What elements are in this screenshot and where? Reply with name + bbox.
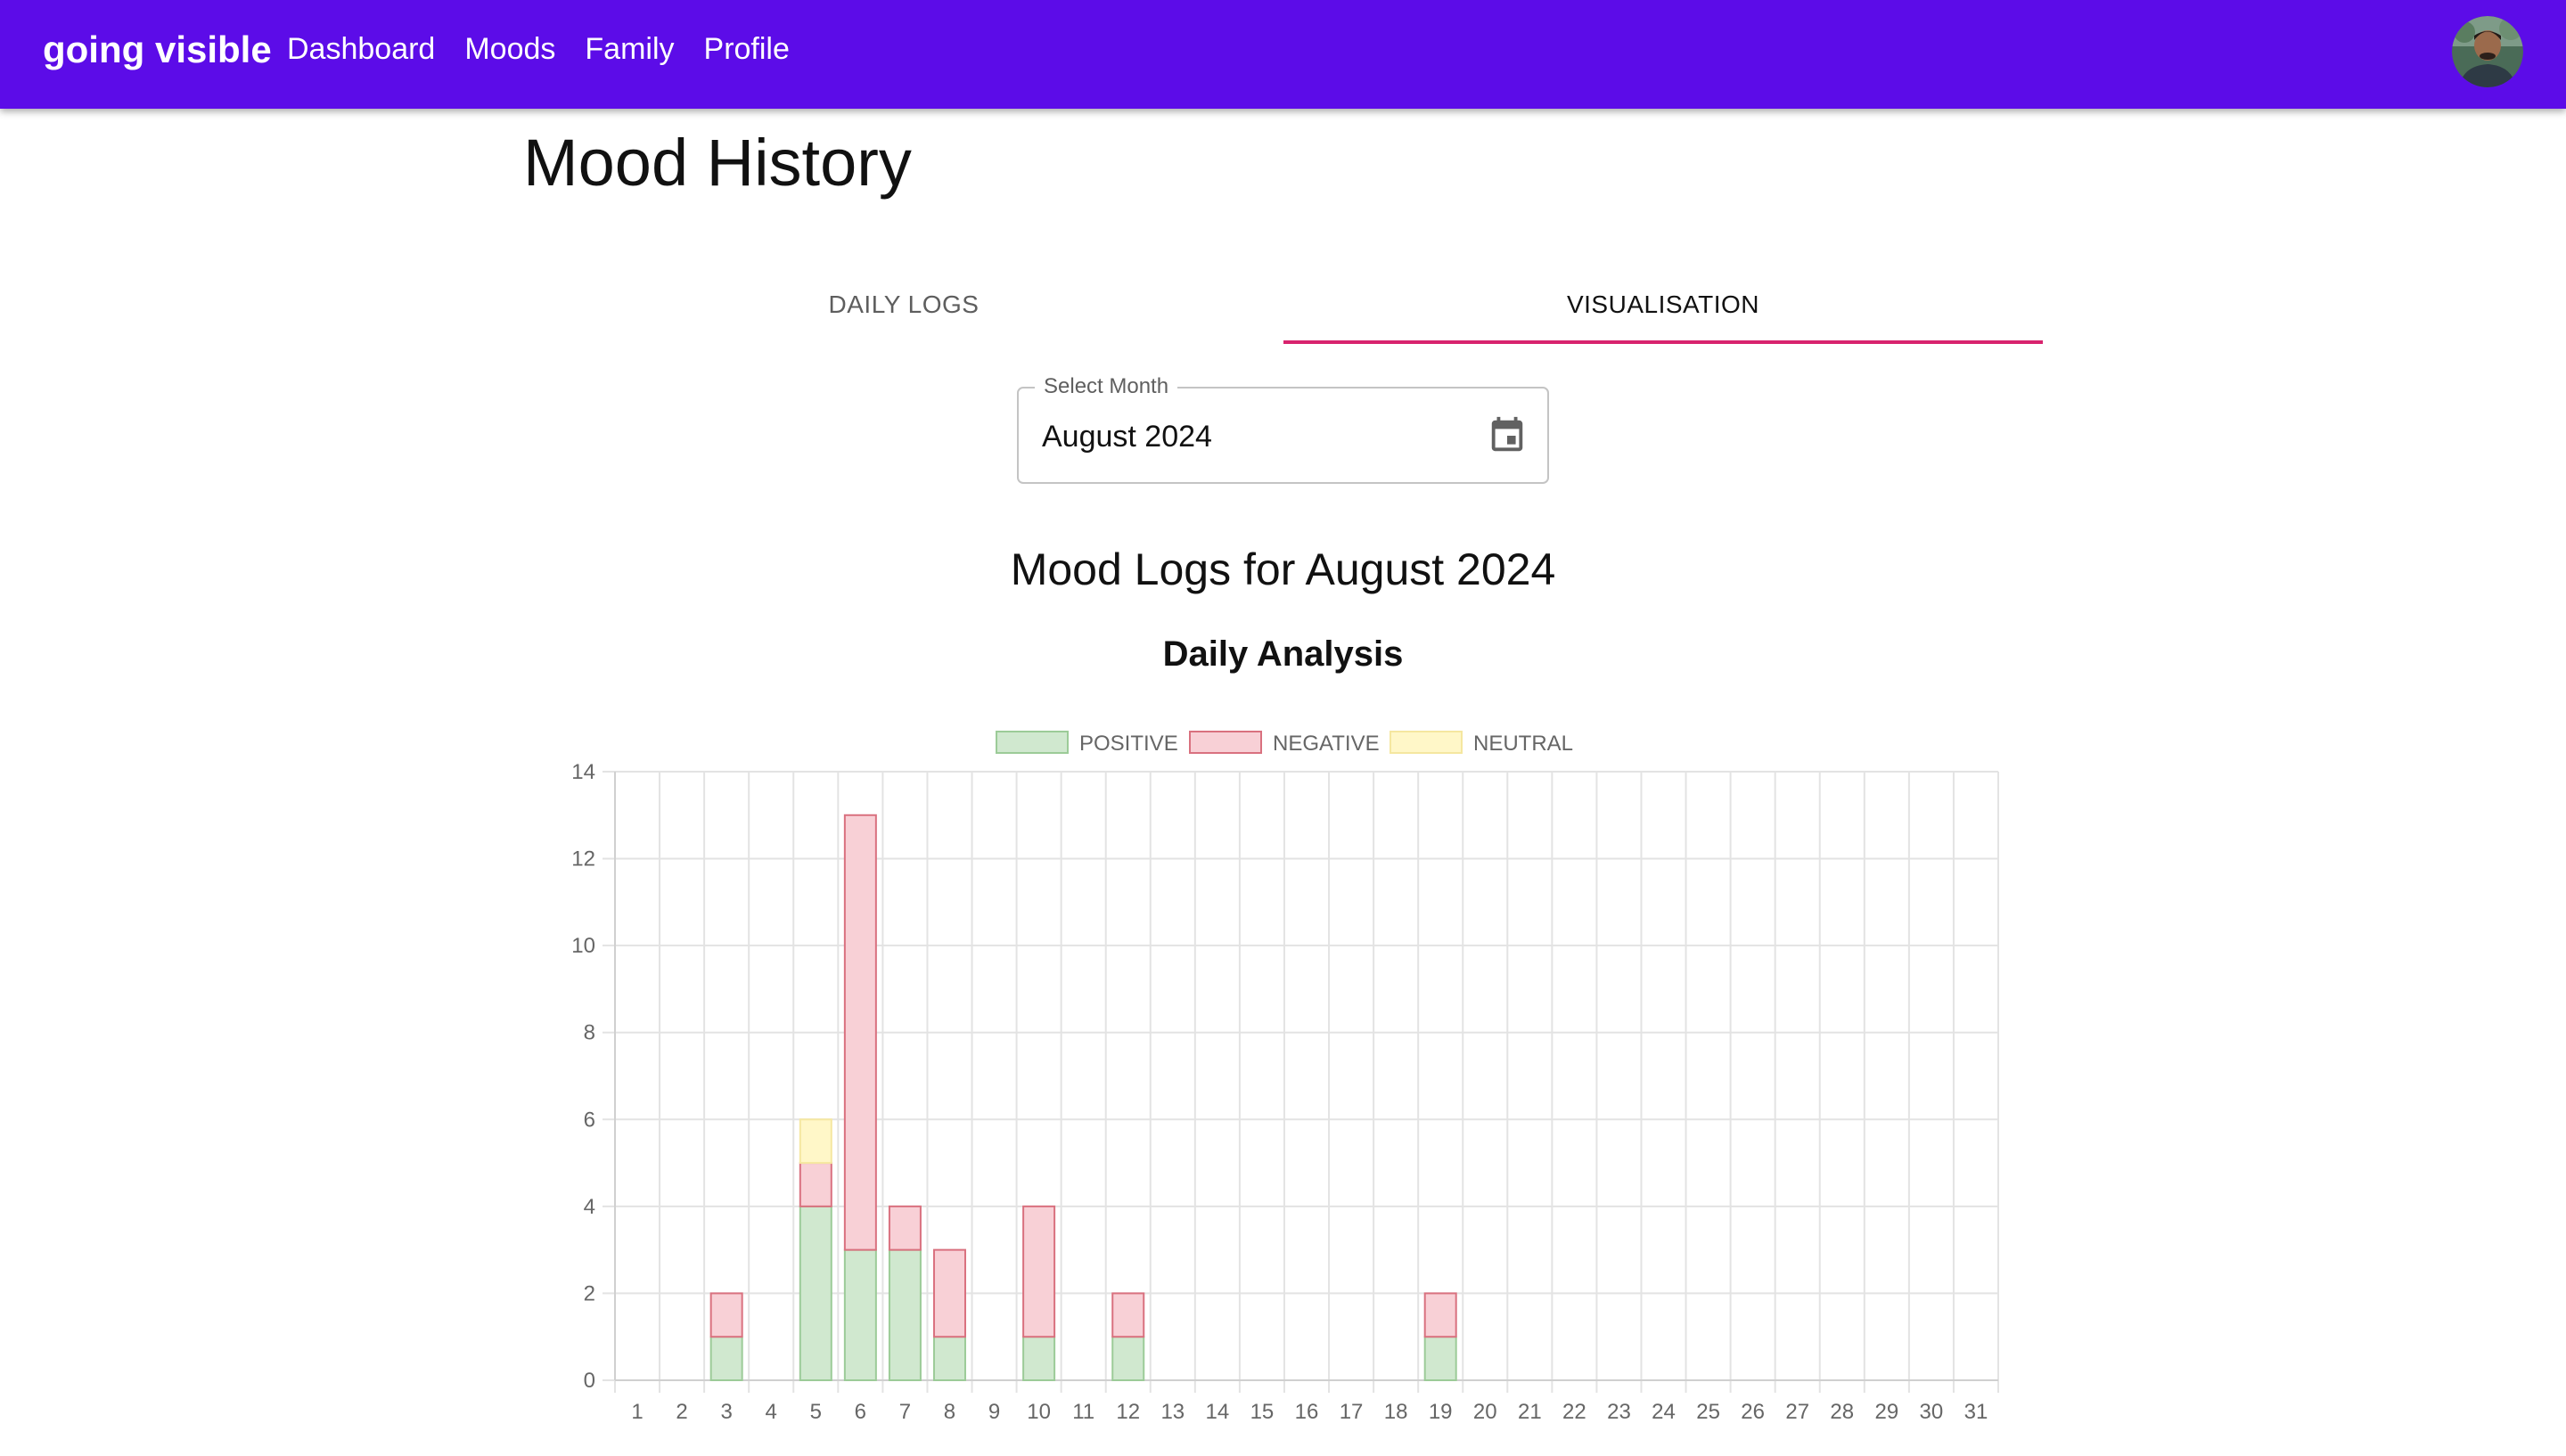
bar-positive-day-6 bbox=[843, 1248, 877, 1382]
x-tick-label: 24 bbox=[1652, 1400, 1676, 1424]
active-tab-indicator bbox=[1283, 340, 2043, 344]
month-picker-value[interactable]: August 2024 bbox=[1042, 420, 1212, 454]
x-tick-label: 10 bbox=[1027, 1400, 1051, 1424]
x-tick-label: 3 bbox=[720, 1400, 732, 1424]
daily-analysis-chart: 024681012141 2 3 4 5 6 7 8 9 10 11 12 13 14 15 16 17 18 19… bbox=[571, 731, 1999, 1424]
x-tick-label: 12 bbox=[1116, 1400, 1140, 1424]
user-avatar[interactable] bbox=[2452, 16, 2523, 87]
bar-negative-day-7 bbox=[888, 1205, 922, 1251]
y-tick-label: 10 bbox=[571, 934, 595, 958]
page-title: Mood History bbox=[523, 126, 912, 200]
bar-negative-day-3 bbox=[709, 1292, 743, 1338]
mood-logs-title: Mood Logs for August 2024 bbox=[1010, 544, 1556, 594]
x-tick-label: 21 bbox=[1518, 1400, 1542, 1424]
bar-negative-day-12 bbox=[1111, 1292, 1145, 1338]
x-tick-label: 7 bbox=[899, 1400, 911, 1424]
x-tick-label: 23 bbox=[1607, 1400, 1631, 1424]
legend-label-negative: NEGATIVE bbox=[1273, 732, 1380, 756]
bar-positive-day-5 bbox=[799, 1205, 832, 1381]
bar-negative-day-19 bbox=[1423, 1292, 1457, 1338]
y-tick-label: 8 bbox=[584, 1021, 595, 1045]
nav-profile[interactable]: Profile bbox=[704, 32, 790, 67]
bar-neutral-day-5 bbox=[799, 1118, 832, 1165]
y-tick-label: 2 bbox=[584, 1281, 595, 1305]
x-tick-label: 26 bbox=[1741, 1400, 1765, 1424]
x-tick-label: 16 bbox=[1295, 1400, 1319, 1424]
x-tick-label: 5 bbox=[810, 1400, 822, 1424]
main-nav: Dashboard Moods Family Profile bbox=[287, 32, 819, 67]
y-tick-label: 4 bbox=[584, 1195, 595, 1219]
x-tick-label: 27 bbox=[1785, 1400, 1809, 1424]
month-picker[interactable]: Select Month August 2024 bbox=[1017, 374, 1549, 484]
x-tick-label: 2 bbox=[676, 1400, 687, 1424]
x-tick-label: 31 bbox=[1964, 1400, 1988, 1424]
tab-bar: DAILY LOGS VISUALISATION bbox=[524, 267, 2043, 346]
bar-negative-day-6 bbox=[843, 814, 877, 1251]
tab-visualisation[interactable]: VISUALISATION bbox=[1283, 267, 2043, 342]
y-tick-label: 12 bbox=[571, 847, 595, 871]
legend-swatch-neutral bbox=[1390, 731, 1463, 754]
bar-positive-day-8 bbox=[932, 1336, 966, 1382]
nav-family[interactable]: Family bbox=[585, 32, 674, 67]
x-tick-label: 20 bbox=[1473, 1400, 1497, 1424]
x-tick-label: 13 bbox=[1160, 1400, 1185, 1424]
x-tick-label: 11 bbox=[1072, 1400, 1094, 1424]
x-tick-label: 15 bbox=[1250, 1400, 1275, 1424]
bar-positive-day-3 bbox=[709, 1336, 743, 1382]
y-tick-label: 6 bbox=[584, 1108, 595, 1132]
x-tick-label: 1 bbox=[631, 1400, 643, 1424]
bar-negative-day-8 bbox=[932, 1248, 966, 1338]
avatar-photo-icon bbox=[2452, 16, 2523, 87]
x-tick-label: 30 bbox=[1920, 1400, 1944, 1424]
x-tick-label: 19 bbox=[1429, 1400, 1453, 1424]
legend-swatch-positive bbox=[996, 731, 1069, 754]
x-tick-label: 4 bbox=[766, 1400, 777, 1424]
x-tick-label: 22 bbox=[1562, 1400, 1586, 1424]
bar-positive-day-10 bbox=[1022, 1336, 1056, 1382]
x-tick-label: 18 bbox=[1384, 1400, 1408, 1424]
legend-swatch-negative bbox=[1189, 731, 1262, 754]
x-tick-label: 28 bbox=[1830, 1400, 1854, 1424]
legend-label-neutral: NEUTRAL bbox=[1473, 732, 1573, 756]
nav-moods[interactable]: Moods bbox=[464, 32, 555, 67]
bar-positive-day-19 bbox=[1423, 1336, 1457, 1382]
nav-dashboard[interactable]: Dashboard bbox=[287, 32, 435, 67]
x-tick-label: 6 bbox=[855, 1400, 866, 1424]
bar-positive-day-7 bbox=[888, 1248, 922, 1382]
y-tick-label: 0 bbox=[584, 1369, 595, 1393]
bar-negative-day-5 bbox=[799, 1162, 832, 1207]
x-tick-label: 14 bbox=[1206, 1400, 1230, 1424]
bar-negative-day-10 bbox=[1022, 1205, 1056, 1338]
y-tick-label: 14 bbox=[571, 760, 595, 784]
legend-label-positive: POSITIVE bbox=[1079, 732, 1178, 756]
x-tick-label: 17 bbox=[1340, 1400, 1364, 1424]
bar-positive-day-12 bbox=[1111, 1336, 1145, 1382]
brand-logo[interactable]: going visible bbox=[43, 29, 272, 71]
month-picker-label: Select Month bbox=[1035, 374, 1178, 399]
tab-daily-logs[interactable]: DAILY LOGS bbox=[524, 267, 1283, 342]
x-tick-label: 29 bbox=[1874, 1400, 1898, 1424]
app-bar: going visible Dashboard Moods Family Pro… bbox=[0, 0, 2566, 109]
x-tick-label: 9 bbox=[988, 1400, 1000, 1424]
x-tick-label: 25 bbox=[1696, 1400, 1720, 1424]
x-tick-label: 8 bbox=[944, 1400, 955, 1424]
chart-title: Daily Analysis bbox=[1162, 634, 1404, 674]
calendar-icon[interactable] bbox=[1487, 415, 1528, 456]
